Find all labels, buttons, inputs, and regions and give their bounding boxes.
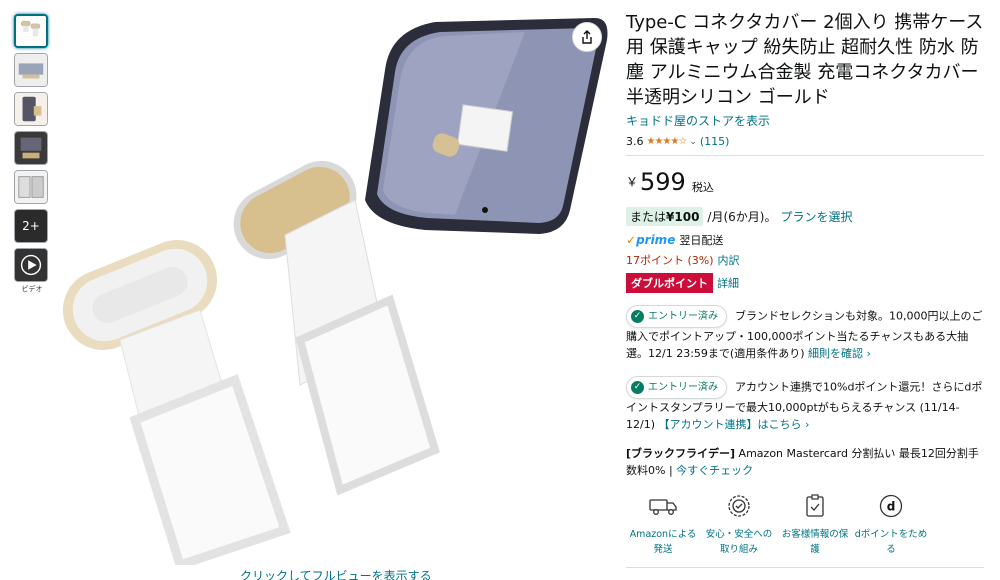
currency-symbol: ￥: [626, 175, 639, 189]
entry-status-badge: ✓ エントリー済み: [626, 376, 727, 399]
black-friday-promo: [ブラックフライデー] Amazon Mastercard 分割払い 最長12回…: [626, 445, 984, 479]
cover-left-image: [62, 240, 291, 565]
account-link[interactable]: 【アカウント連携】はこちら ›: [659, 418, 810, 431]
promotion-terms-link[interactable]: 細則を確認 ›: [808, 347, 871, 360]
thumbnail-2[interactable]: [14, 53, 48, 87]
promotion-1: ✓ エントリー済み ブランドセレクションも対象。10,000円以上のご購入でポイント…: [626, 305, 984, 362]
price-block: ￥ 599 税込: [626, 170, 984, 195]
main-product-image[interactable]: [55, 10, 610, 565]
play-icon: [15, 249, 47, 281]
select-plan-link[interactable]: プランを選択: [780, 208, 852, 225]
prime-label: prime: [636, 233, 676, 247]
check-now-link[interactable]: 今すぐチェック: [676, 464, 753, 477]
feature-icons: Amazonによる発送 安心・安全への取り組み お客様情報の保護 d dポイント…: [626, 491, 984, 557]
tax-label: 税込: [691, 181, 714, 194]
points-breakdown-link[interactable]: 内訳: [718, 252, 740, 268]
divider: [626, 155, 984, 156]
video-label: ビデオ: [21, 285, 43, 293]
svg-text:d: d: [887, 500, 896, 514]
rating-row: 3.6 ★★★★☆ ⌄ (115): [626, 135, 984, 148]
delivery-text: 翌日配送: [679, 234, 724, 247]
check-icon: ✓: [626, 233, 637, 247]
installment-badge: または¥100: [626, 207, 704, 226]
product-page: 2+ ビデオ クリックしてフルビューを表示する Type-C コネクタカバー 2…: [0, 0, 1000, 580]
feature-amazon-shipping[interactable]: Amazonによる発送: [626, 491, 700, 557]
points-row: 17ポイント (3%) 内訳: [626, 252, 984, 268]
feature-safety[interactable]: 安心・安全への取り組み: [702, 491, 776, 557]
divider: [626, 567, 984, 568]
points-value: 17ポイント (3%): [626, 254, 714, 267]
thumbnail-5[interactable]: [14, 170, 48, 204]
thumbnail-3[interactable]: [14, 92, 48, 126]
product-title: Type-C コネクタカバー 2個入り 携帯ケース用 保護キャップ 紛失防止 超…: [626, 12, 984, 108]
feature-label: お客様情報の保護: [781, 529, 849, 555]
chevron-down-icon[interactable]: ⌄: [689, 137, 697, 147]
d-point-icon: d: [876, 491, 906, 521]
share-button[interactable]: [572, 22, 602, 52]
fullview-link[interactable]: クリックしてフルビューを表示する: [240, 567, 432, 580]
store-link[interactable]: キョドド屋のストアを表示: [626, 112, 984, 129]
rating-value: 3.6: [626, 135, 644, 148]
rating-stars[interactable]: ★★★★☆: [647, 136, 688, 147]
entry-status-label: エントリー済み: [648, 311, 718, 322]
thumbnail-4[interactable]: [14, 131, 48, 165]
checkmark-icon: ✓: [631, 310, 644, 323]
thumbnail-video[interactable]: [14, 248, 48, 282]
shield-badge-icon: [724, 491, 754, 521]
feature-d-point[interactable]: d dポイントをためる: [854, 491, 928, 557]
double-point-details-link[interactable]: 詳細: [717, 275, 739, 291]
feature-label: dポイントをためる: [854, 529, 928, 555]
promotion-2: ✓ エントリー済み アカウント連携で10%dポイント還元！さらにdポイントスタンプラ…: [626, 376, 984, 433]
product-info: Type-C コネクタカバー 2個入り 携帯ケース用 保護キャップ 紛失防止 超…: [626, 10, 984, 568]
thumbnail-1[interactable]: [14, 14, 48, 48]
double-point-badge: ダブルポイント: [626, 273, 713, 293]
thumbnail-more-label: 2+: [22, 219, 40, 233]
rating-count-link[interactable]: (115): [700, 135, 730, 148]
prime-logo: ✓prime: [626, 233, 675, 247]
thumbnail-more[interactable]: 2+: [14, 209, 48, 243]
lock-clipboard-icon: [800, 491, 830, 521]
entry-status-label: エントリー済み: [648, 382, 718, 393]
installment-amount: ¥100: [666, 210, 700, 224]
installment-row: または¥100 /月(6か月)。 プランを選択: [626, 207, 984, 226]
prime-row: ✓prime 翌日配送: [626, 232, 984, 248]
truck-icon: [648, 491, 678, 521]
black-friday-label: [ブラックフライデー]: [626, 447, 736, 460]
installment-prefix: または: [630, 210, 667, 224]
share-icon: [582, 30, 592, 44]
thumbnail-strip: 2+ ビデオ: [14, 14, 50, 294]
entry-status-badge: ✓ エントリー済み: [626, 305, 727, 328]
checkmark-icon: ✓: [631, 381, 644, 394]
feature-privacy[interactable]: お客様情報の保護: [778, 491, 852, 557]
double-point-row: ダブルポイント 詳細: [626, 273, 984, 293]
price-amount: 599: [640, 168, 686, 196]
phone-image: [365, 18, 608, 234]
installment-period: /月(6か月)。: [707, 210, 777, 224]
feature-label: 安心・安全への取り組み: [705, 529, 773, 555]
feature-label: Amazonによる発送: [629, 529, 697, 555]
